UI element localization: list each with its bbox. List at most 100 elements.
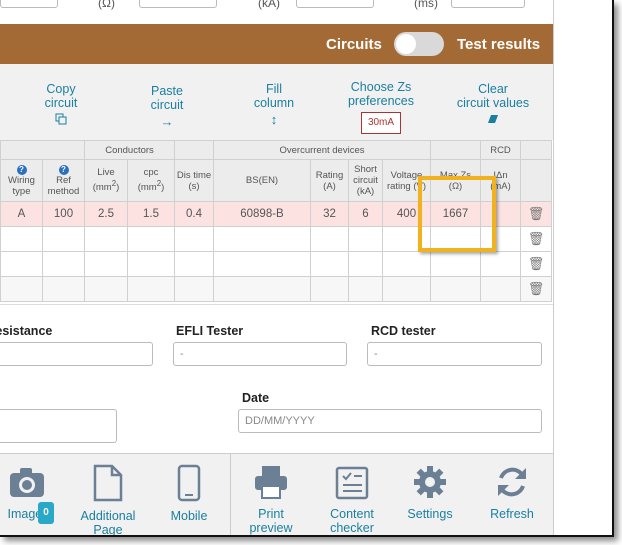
eraser-icon: [455, 113, 531, 127]
cell-wiring-type[interactable]: A: [0, 201, 43, 227]
group-blank: [0, 140, 85, 160]
top-input-3[interactable]: [296, 0, 374, 8]
dis-time-header: Dis time (s): [176, 169, 212, 192]
group-blank-3: [430, 140, 481, 160]
vertical-arrows-icon: ↕: [270, 112, 278, 127]
cell-ref-method[interactable]: 100: [42, 201, 85, 227]
cell-bsen[interactable]: 60898-B: [213, 201, 311, 227]
paste-circuit-label: Paste circuit: [150, 84, 184, 112]
conductors-group-header: Conductors: [84, 140, 175, 160]
fill-column-button[interactable]: Fill column ↕: [250, 82, 298, 127]
rcd-tester-field[interactable]: -: [367, 342, 542, 366]
col-cpc: cpc (mm2): [127, 159, 175, 202]
col-actions: [520, 159, 552, 202]
unit-ka-label: (kA): [258, 0, 280, 10]
circuit-toolbar: Copy circuit Paste circuit → Fill column…: [0, 64, 553, 140]
copy-circuit-button[interactable]: Copy circuit: [40, 82, 82, 128]
toggle-knob: [396, 34, 416, 54]
rcd-label: RCD tester: [371, 324, 436, 338]
group-blank-4: [520, 140, 552, 160]
signature-field[interactable]: [0, 409, 117, 443]
col-live: Live (mm2): [84, 159, 128, 202]
clear-circuit-label: Clear circuit values: [456, 82, 530, 110]
fill-column-label: Fill column: [253, 82, 295, 110]
copy-icon: [40, 113, 82, 128]
delete-row-button[interactable]: 🗑: [520, 251, 552, 277]
col-ref-method: ? Ref method: [42, 159, 85, 202]
settings-label: Settings: [407, 507, 453, 521]
mobile-phone-icon: [166, 464, 212, 505]
print-preview-label: Print preview: [249, 507, 293, 535]
short-circuit-header: Short circuit (kA): [353, 164, 378, 197]
refresh-icon: [487, 464, 537, 503]
date-label: Date: [242, 391, 270, 405]
top-input-2[interactable]: [139, 0, 217, 8]
efli-tester-field[interactable]: -: [173, 342, 347, 366]
wiring-type-header: Wiring type: [8, 175, 35, 197]
main-content: (Ω) (kA) (ms) Circuits Test results Copy…: [0, 0, 553, 535]
col-rating: Rating (A): [310, 159, 349, 202]
cpc-unit: (mm: [137, 182, 157, 194]
col-dis-time: Dis time (s): [174, 159, 214, 202]
clear-circuit-button[interactable]: Clear circuit values: [455, 82, 531, 127]
max-zs-highlight-box: [418, 176, 496, 252]
cell-dis-time[interactable]: 0.4: [174, 201, 214, 227]
unit-ohm-label: (Ω): [98, 0, 115, 10]
bottom-toolbar: Images 0 Additional Page Mobile Print pr…: [0, 454, 553, 535]
images-button[interactable]: Images 0: [0, 464, 56, 524]
insulation-label: Insulation resistance: [0, 324, 53, 338]
content-checker-button[interactable]: Content checker: [322, 464, 382, 535]
trash-icon: 🗑: [527, 281, 545, 296]
group-header-row: Conductors Overcurrent devices RCD: [0, 140, 552, 160]
ref-method-header: Ref method: [47, 175, 80, 197]
test-results-label[interactable]: Test results: [457, 36, 540, 53]
efli-label: EFLI Tester: [176, 324, 244, 338]
additional-page-button[interactable]: Additional Page: [80, 464, 136, 535]
printer-icon: [243, 464, 299, 503]
insulation-tester-field[interactable]: [0, 342, 153, 366]
table-row[interactable]: 🗑: [0, 276, 552, 302]
trash-icon: 🗑: [527, 256, 545, 271]
print-preview-button[interactable]: Print preview: [243, 464, 299, 535]
images-count-badge: 0: [38, 502, 54, 524]
refresh-button[interactable]: Refresh: [487, 464, 537, 521]
cell-cpc[interactable]: 1.5: [127, 201, 175, 227]
circuits-label[interactable]: Circuits: [326, 36, 382, 53]
section-divider: [0, 304, 553, 305]
choose-zs-button[interactable]: Choose Zs preferences 30mA: [345, 80, 417, 134]
cell-rating[interactable]: 32: [310, 201, 349, 227]
delete-row-button[interactable]: 🗑: [520, 201, 552, 227]
mobile-label: Mobile: [170, 509, 208, 523]
settings-button[interactable]: Settings: [405, 464, 455, 521]
paste-circuit-button[interactable]: Paste circuit →: [145, 84, 189, 129]
right-blank-pane: [553, 0, 612, 535]
view-toggle[interactable]: [394, 32, 444, 56]
delete-row-button[interactable]: 🗑: [520, 276, 552, 302]
choose-zs-label: Choose Zs preferences: [347, 80, 414, 108]
rcd-group-header: RCD: [480, 140, 521, 160]
cpc-header: cpc: [143, 167, 159, 179]
overcurrent-group-header: Overcurrent devices: [213, 140, 431, 160]
bsen-header: BS(EN): [245, 175, 279, 186]
help-icon[interactable]: ?: [16, 165, 27, 175]
top-input-4[interactable]: [451, 0, 525, 8]
zs-preference-badge[interactable]: 30mA: [360, 112, 402, 134]
col-short-circuit: Short circuit (kA): [348, 159, 383, 202]
refresh-label: Refresh: [490, 507, 534, 521]
cell-live[interactable]: 2.5: [84, 201, 128, 227]
top-input-1[interactable]: [0, 0, 58, 8]
table-row[interactable]: 🗑: [0, 251, 552, 277]
app-window: (Ω) (kA) (ms) Circuits Test results Copy…: [0, 0, 614, 537]
trash-icon: 🗑: [527, 206, 545, 221]
unit-ms-label: (ms): [414, 0, 438, 10]
help-icon[interactable]: ?: [58, 165, 69, 175]
group-blank-2: [174, 140, 214, 160]
checklist-icon: [322, 464, 382, 503]
copy-circuit-label: Copy circuit: [44, 82, 78, 110]
cell-short-circuit[interactable]: 6: [348, 201, 383, 227]
additional-page-label: Additional Page: [80, 509, 136, 535]
date-field[interactable]: DD/MM/YYYY: [238, 409, 542, 433]
mobile-button[interactable]: Mobile: [166, 464, 212, 523]
delete-row-button[interactable]: 🗑: [520, 226, 552, 252]
top-strip: (Ω) (kA) (ms): [0, 0, 553, 24]
